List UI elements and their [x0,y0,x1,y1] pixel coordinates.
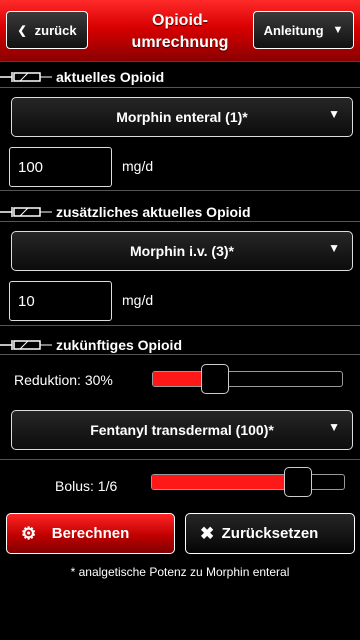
guide-button[interactable]: Anleitung ▼ [253,11,354,49]
current-opioid-value: Morphin enteral (1)* [116,109,248,125]
calculate-button-label: Berechnen [51,525,130,542]
bolus-slider-thumb[interactable] [283,467,312,497]
gear-icon: ⚙ [21,524,37,543]
section-future-heading: zukünftiges Opioid [0,335,360,355]
chevron-down-icon: ▼ [328,241,340,255]
section-current-title: aktuelles Opioid [56,69,165,85]
bolus-slider-track[interactable] [151,474,345,490]
current-opioid-select[interactable]: Morphin enteral (1)* ▼ [11,97,353,137]
chevron-down-icon: ▼ [328,420,340,434]
section-additional: Morphin i.v. (3)* ▼ 10 mg/d [0,221,360,326]
syringe-icon [0,340,52,350]
reduction-label: Reduktion: 30% [14,372,113,388]
section-future-title: zukünftiges Opioid [56,337,182,353]
reset-button[interactable]: ✖ Zurücksetzen [185,513,355,554]
additional-opioid-select[interactable]: Morphin i.v. (3)* ▼ [11,231,353,271]
current-dose-unit: mg/d [122,158,154,174]
section-additional-heading: zusätzliches aktuelles Opioid [0,202,360,222]
section-additional-title: zusätzliches aktuelles Opioid [56,204,251,220]
future-opioid-value: Fentanyl transdermal (100)* [90,422,274,438]
bolus-label: Bolus: 1/6 [55,478,118,494]
close-icon: ✖ [200,524,215,543]
header-bar: ❮ zurück Opioid-umrechnung Anleitung ▼ [0,0,360,62]
back-button-label: zurück [34,22,77,38]
footnote: * analgetische Potenz zu Morphin enteral [70,565,290,579]
current-dose-input[interactable]: 100 [9,147,112,187]
additional-dose-unit: mg/d [122,292,154,308]
guide-button-label: Anleitung [263,22,324,38]
chevron-down-icon: ▼ [332,24,344,36]
section-future: Reduktion: 30% Fentanyl transdermal (100… [0,354,360,460]
reduction-slider-track[interactable] [152,371,343,387]
additional-opioid-value: Morphin i.v. (3)* [130,243,234,259]
reset-button-label: Zurücksetzen [221,525,319,542]
bolus-slider-fill [152,475,299,489]
chevron-left-icon: ❮ [17,24,27,37]
syringe-icon [0,72,52,82]
future-opioid-select[interactable]: Fentanyl transdermal (100)* ▼ [11,410,353,450]
back-button[interactable]: ❮ zurück [6,11,88,49]
reduction-slider-thumb[interactable] [200,364,229,394]
page-title: Opioid-umrechnung [131,12,229,51]
section-current: Morphin enteral (1)* ▼ 100 mg/d [0,87,360,191]
chevron-down-icon: ▼ [328,107,340,121]
syringe-icon [0,207,52,217]
calculate-button[interactable]: ⚙ Berechnen [6,513,175,554]
additional-dose-input[interactable]: 10 [9,281,112,321]
section-current-heading: aktuelles Opioid [0,67,360,87]
